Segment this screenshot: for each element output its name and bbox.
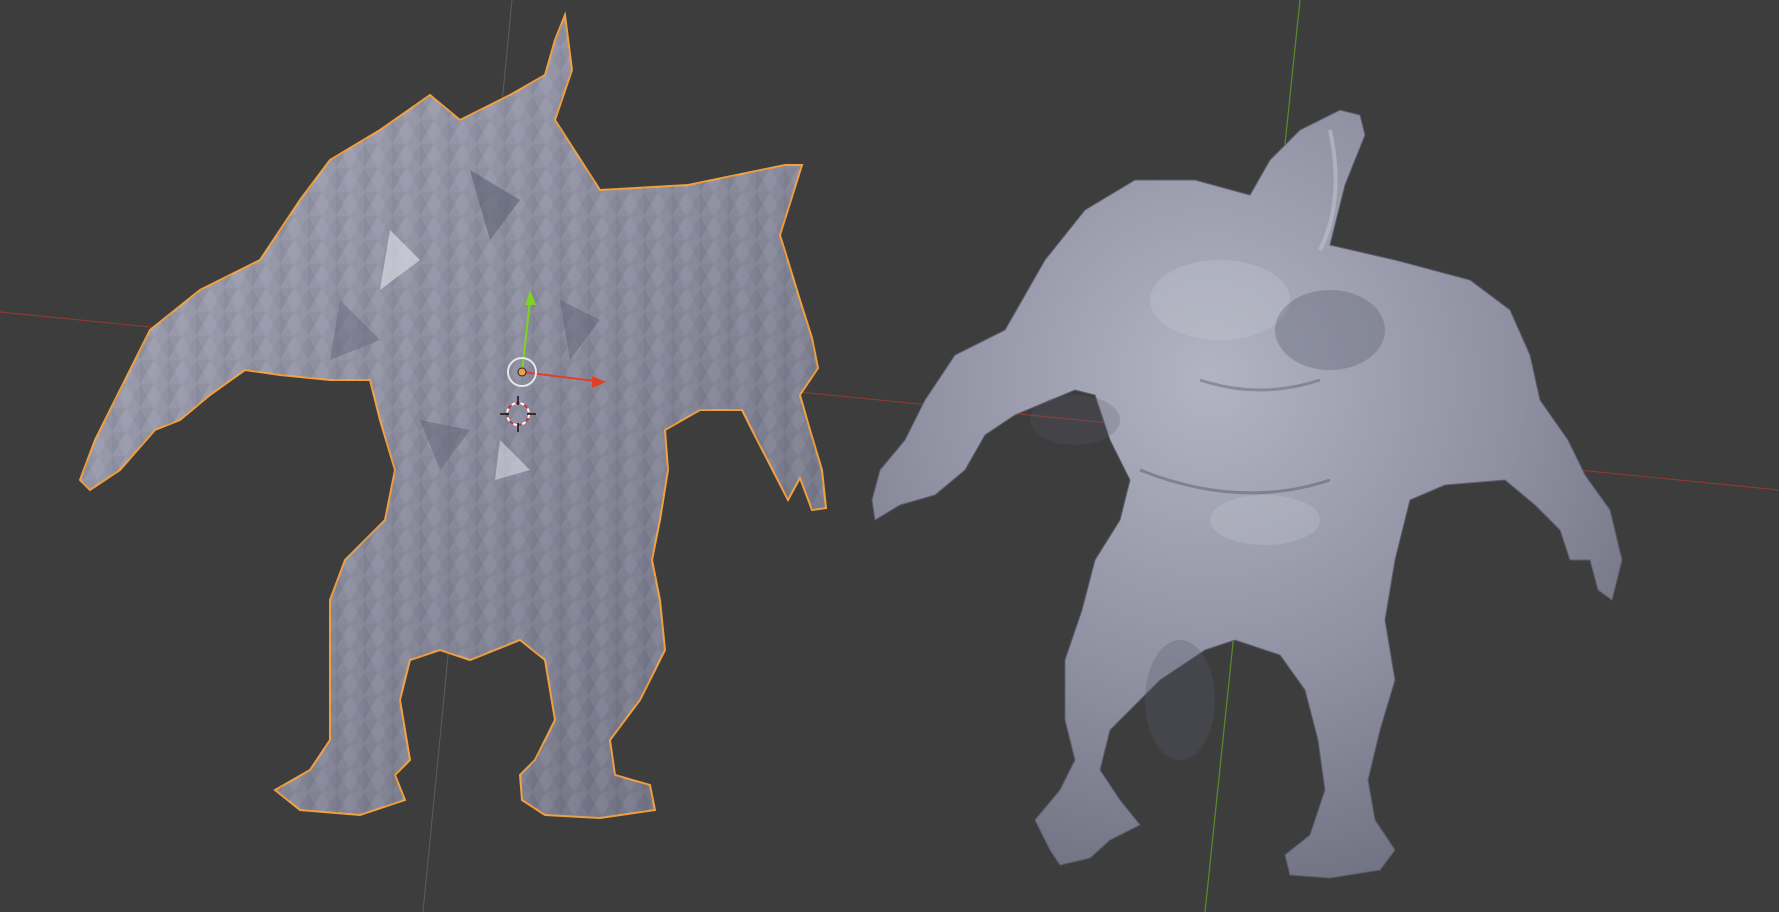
low-poly-creature[interactable]	[78, 11, 828, 820]
viewport-canvas[interactable]	[0, 0, 1779, 912]
3d-viewport[interactable]	[0, 0, 1779, 912]
sculpted-creature[interactable]	[871, 109, 1623, 879]
object-origin-icon	[517, 367, 527, 377]
